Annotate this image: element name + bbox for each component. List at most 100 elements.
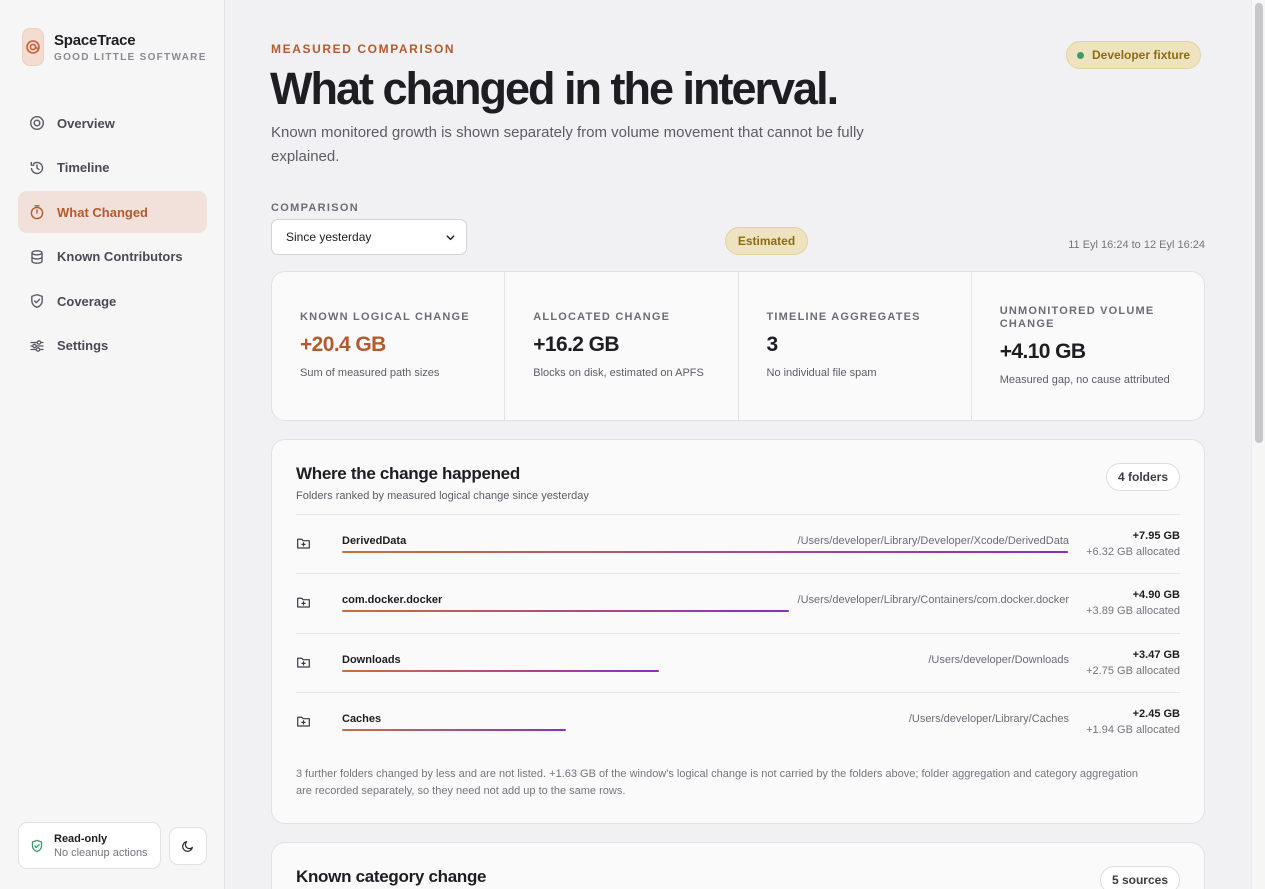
metric-value: 3 bbox=[766, 333, 779, 356]
folder-row[interactable]: Caches/Users/developer/Library/Caches +2.… bbox=[296, 691, 1180, 751]
sidebar-item-timeline[interactable]: Timeline bbox=[18, 147, 207, 189]
app-logo bbox=[22, 28, 44, 66]
change-bar bbox=[342, 551, 1068, 553]
folders-footnote: 3 further folders changed by less and ar… bbox=[296, 768, 1138, 797]
estimated-badge: Estimated bbox=[725, 227, 808, 255]
metric-timeline-aggregates: TIMELINE AGGREGATES 3 No individual file… bbox=[739, 272, 972, 420]
metric-label: UNMONITORED VOLUME CHANGE bbox=[999, 304, 1155, 330]
read-only-status: Read-only No cleanup actions bbox=[18, 822, 161, 869]
sidebar-item-label: Settings bbox=[57, 338, 109, 353]
folder-plus-icon bbox=[297, 657, 310, 668]
status-dot-icon bbox=[1077, 51, 1084, 59]
folder-plus-icon bbox=[297, 716, 310, 727]
history-icon bbox=[30, 161, 44, 174]
spiral-logo-icon bbox=[26, 40, 40, 54]
folder-name: Downloads bbox=[342, 653, 401, 666]
database-icon bbox=[31, 249, 43, 264]
folders-title: Where the change happened bbox=[296, 464, 520, 483]
metric-label: KNOWN LOGICAL CHANGE bbox=[300, 311, 470, 323]
sidebar-item-overview[interactable]: Overview bbox=[18, 102, 207, 144]
status-subtitle: No cleanup actions bbox=[54, 846, 148, 859]
metric-description: Sum of measured path sizes bbox=[300, 367, 440, 379]
folder-allocated-value: +2.75 GB allocated bbox=[1086, 664, 1180, 677]
sidebar: SpaceTrace GOOD LITTLE SOFTWARE Overview… bbox=[0, 0, 225, 889]
metric-unmonitored-volume-change: UNMONITORED VOLUME CHANGE +4.10 GB Measu… bbox=[972, 272, 1204, 420]
folder-plus-icon bbox=[297, 597, 310, 608]
change-bar bbox=[342, 669, 659, 672]
folder-path: /Users/developer/Library/Developer/Xcode… bbox=[797, 535, 1069, 547]
stopwatch-icon bbox=[30, 205, 44, 220]
badge-label: Developer fixture bbox=[1092, 48, 1191, 62]
change-bar bbox=[342, 728, 566, 731]
page-eyebrow: MEASURED COMPARISON bbox=[271, 42, 456, 56]
metric-label: TIMELINE AGGREGATES bbox=[766, 311, 921, 323]
moon-icon bbox=[182, 841, 193, 852]
folder-change-value: +4.90 GB bbox=[1132, 589, 1180, 602]
sidebar-item-what-changed[interactable]: What Changed bbox=[18, 191, 207, 233]
category-count-badge: 5 sources bbox=[1099, 866, 1180, 889]
category-card: Known category change 5 sources bbox=[271, 842, 1205, 889]
metric-known-logical-change: KNOWN LOGICAL CHANGE +20.4 GB Sum of mea… bbox=[272, 272, 506, 420]
folder-allocated-value: +6.32 GB allocated bbox=[1086, 546, 1180, 558]
folders-subtitle: Folders ranked by measured logical chang… bbox=[296, 490, 589, 502]
metric-description: No individual file spam bbox=[766, 367, 877, 379]
metric-value: +20.4 GB bbox=[300, 333, 386, 356]
folder-change-value: +7.95 GB bbox=[1132, 530, 1180, 542]
comparison-selected-value: Since yesterday bbox=[286, 230, 372, 244]
folders-count-badge: 4 folders bbox=[1105, 463, 1180, 491]
page-description: Known monitored growth is shown separate… bbox=[271, 124, 864, 165]
theme-toggle-button[interactable] bbox=[169, 827, 207, 865]
folder-change-value: +2.45 GB bbox=[1132, 707, 1180, 720]
status-title: Read-only bbox=[54, 832, 108, 845]
change-bar bbox=[342, 610, 789, 613]
metric-description: Measured gap, no cause attributed bbox=[999, 373, 1170, 386]
sidebar-nav: Overview Timeline What Changed Known Con… bbox=[18, 102, 207, 369]
sidebar-item-label: Coverage bbox=[57, 293, 117, 309]
scrollbar[interactable] bbox=[1251, 0, 1265, 889]
metrics-panel: KNOWN LOGICAL CHANGE +20.4 GB Sum of mea… bbox=[271, 271, 1205, 421]
sidebar-item-label: Known Contributors bbox=[57, 249, 183, 264]
shield-check-icon bbox=[31, 839, 43, 852]
page-title: What changed in the interval. bbox=[270, 63, 839, 114]
folder-change-value: +3.47 GB bbox=[1132, 648, 1180, 661]
metric-description: Blocks on disk, estimated on APFS bbox=[533, 367, 704, 379]
folder-allocated-value: +1.94 GB allocated bbox=[1086, 723, 1180, 736]
sidebar-item-coverage[interactable]: Coverage bbox=[18, 280, 207, 322]
folder-row[interactable]: DerivedData/Users/developer/Library/Deve… bbox=[296, 514, 1180, 573]
sidebar-item-label: What Changed bbox=[57, 204, 148, 220]
sidebar-item-known-contributors[interactable]: Known Contributors bbox=[18, 236, 207, 278]
folder-row[interactable]: com.docker.docker/Users/developer/Librar… bbox=[296, 573, 1180, 632]
sidebar-item-label: Overview bbox=[57, 115, 115, 131]
sidebar-item-settings[interactable]: Settings bbox=[18, 325, 207, 367]
brand: SpaceTrace GOOD LITTLE SOFTWARE bbox=[22, 28, 207, 66]
folder-row[interactable]: Downloads/Users/developer/Downloads +3.47… bbox=[296, 632, 1180, 692]
chevron-down-icon bbox=[446, 234, 455, 240]
brand-subtitle: GOOD LITTLE SOFTWARE bbox=[54, 51, 207, 63]
folder-path: /Users/developer/Library/Caches bbox=[908, 712, 1069, 725]
sidebar-item-label: Timeline bbox=[57, 160, 110, 175]
folder-list: DerivedData/Users/developer/Library/Deve… bbox=[296, 514, 1180, 751]
sliders-icon bbox=[30, 339, 44, 352]
overview-icon bbox=[29, 115, 45, 131]
folder-allocated-value: +3.89 GB allocated bbox=[1086, 605, 1180, 618]
metric-value: +16.2 GB bbox=[533, 333, 619, 356]
folders-card: Where the change happened Folders ranked… bbox=[271, 439, 1205, 824]
main-content: MEASURED COMPARISON What changed in the … bbox=[226, 0, 1251, 889]
folder-name: DerivedData bbox=[342, 535, 407, 547]
comparison-select[interactable]: Since yesterday bbox=[271, 219, 467, 255]
shield-check-icon bbox=[31, 293, 43, 309]
comparison-range: 11 Eyl 16:24 to 12 Eyl 16:24 bbox=[1068, 239, 1205, 251]
brand-name: SpaceTrace bbox=[54, 31, 136, 49]
category-title: Known category change bbox=[296, 867, 487, 886]
folder-name: Caches bbox=[342, 712, 382, 725]
folder-path: /Users/developer/Library/Containers/com.… bbox=[797, 594, 1069, 607]
folder-name: com.docker.docker bbox=[342, 594, 443, 607]
folder-plus-icon bbox=[297, 538, 310, 549]
scrollbar-thumb[interactable] bbox=[1255, 3, 1263, 443]
metric-allocated-change: ALLOCATED CHANGE +16.2 GB Blocks on disk… bbox=[505, 272, 739, 420]
metric-value: +4.10 GB bbox=[999, 339, 1086, 363]
metric-label: ALLOCATED CHANGE bbox=[533, 311, 671, 323]
folder-path: /Users/developer/Downloads bbox=[928, 653, 1069, 666]
developer-fixture-badge: Developer fixture bbox=[1066, 41, 1202, 69]
comparison-label: COMPARISON bbox=[271, 202, 359, 214]
